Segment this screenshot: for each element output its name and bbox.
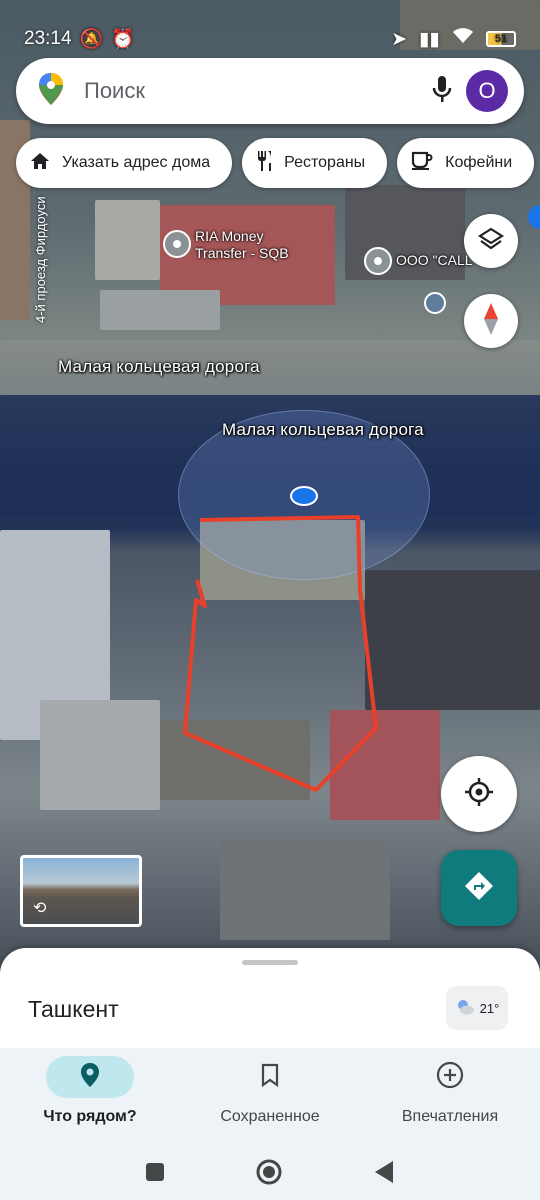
location-pin-icon (80, 1062, 100, 1093)
location-arrow-icon: ➤ (391, 28, 408, 50)
chip-home-address[interactable]: Указать адрес дома (16, 138, 233, 188)
rotate-360-icon: ⟲ (33, 900, 47, 917)
temperature: 21° (479, 1000, 500, 1016)
chip-coffee[interactable]: Кофейни (397, 138, 535, 188)
home-icon (30, 152, 50, 175)
chip-restaurants[interactable]: Рестораны (242, 138, 388, 188)
nav-icon-wrap (226, 1056, 314, 1098)
nav-label: Сохраненное (220, 1108, 320, 1125)
compass-icon (483, 302, 499, 341)
status-bar: 23:14 🔕 ⏰ ➤ ▮▮ 51 (0, 0, 540, 60)
nav-contribute[interactable]: Впечатления (360, 1048, 540, 1148)
category-chips: Указать адрес дома Рестораны Кофейни (16, 138, 535, 188)
coffee-icon (411, 151, 433, 176)
chip-label: Кофейни (445, 154, 513, 171)
restaurant-icon (256, 150, 272, 177)
city-name: Ташкент (28, 996, 119, 1022)
crosshair-icon (463, 776, 495, 813)
clock: 23:14 (24, 28, 72, 49)
chip-label: Указать адрес дома (62, 154, 211, 171)
road-label: Малая кольцевая дорога (222, 420, 424, 439)
nav-icon-wrap (46, 1056, 134, 1098)
partly-cloudy-night-icon (455, 999, 475, 1018)
signal-icon: ▮▮ (419, 28, 440, 50)
search-input[interactable]: Поиск (84, 78, 432, 104)
recents-button[interactable] (145, 1162, 165, 1187)
alarm-icon: ⏰ (111, 29, 135, 50)
system-navigation-bar (0, 1148, 540, 1200)
layers-icon (477, 227, 505, 256)
bookmark-icon (261, 1063, 279, 1092)
nav-label: Что рядом? (43, 1108, 137, 1125)
nav-saved[interactable]: Сохраненное (180, 1048, 360, 1148)
side-street-label: 4-й проезд Фирдоуси (33, 196, 48, 323)
poi-pin-icon[interactable] (163, 230, 191, 258)
directions-icon (463, 870, 495, 907)
maps-logo-icon (38, 72, 64, 111)
nav-explore[interactable]: Что рядом? (0, 1048, 180, 1148)
road-label: Малая кольцевая дорога (58, 357, 260, 376)
poi-label[interactable]: RIA Money Transfer - SQB (195, 228, 305, 262)
chip-label: Рестораны (284, 154, 366, 171)
directions-button[interactable] (441, 850, 517, 926)
layers-button[interactable] (464, 214, 518, 268)
add-circle-icon (436, 1061, 464, 1094)
back-button[interactable] (373, 1160, 395, 1189)
street-view-thumbnail[interactable]: ⟲ (20, 855, 142, 927)
bottom-navigation: Что рядом? Сохраненное Впечатления (0, 1048, 540, 1148)
home-button[interactable] (255, 1158, 283, 1191)
my-location-button[interactable] (441, 756, 517, 832)
poi-pin-icon[interactable] (364, 247, 392, 275)
search-bar[interactable]: Поиск O (16, 58, 524, 124)
mute-icon: 🔕 (79, 29, 104, 50)
account-avatar[interactable]: O (466, 70, 508, 112)
microphone-icon[interactable] (432, 75, 452, 108)
wifi-icon (452, 27, 474, 51)
drag-handle[interactable] (242, 960, 298, 965)
bus-stop-icon[interactable] (424, 292, 446, 314)
nav-icon-wrap (406, 1056, 494, 1098)
battery-icon: 51 (486, 31, 516, 47)
nav-label: Впечатления (401, 1108, 499, 1125)
compass-button[interactable] (464, 294, 518, 348)
poi-label[interactable]: ООО "CALL (396, 252, 473, 269)
weather-badge[interactable]: 21° (446, 986, 508, 1030)
